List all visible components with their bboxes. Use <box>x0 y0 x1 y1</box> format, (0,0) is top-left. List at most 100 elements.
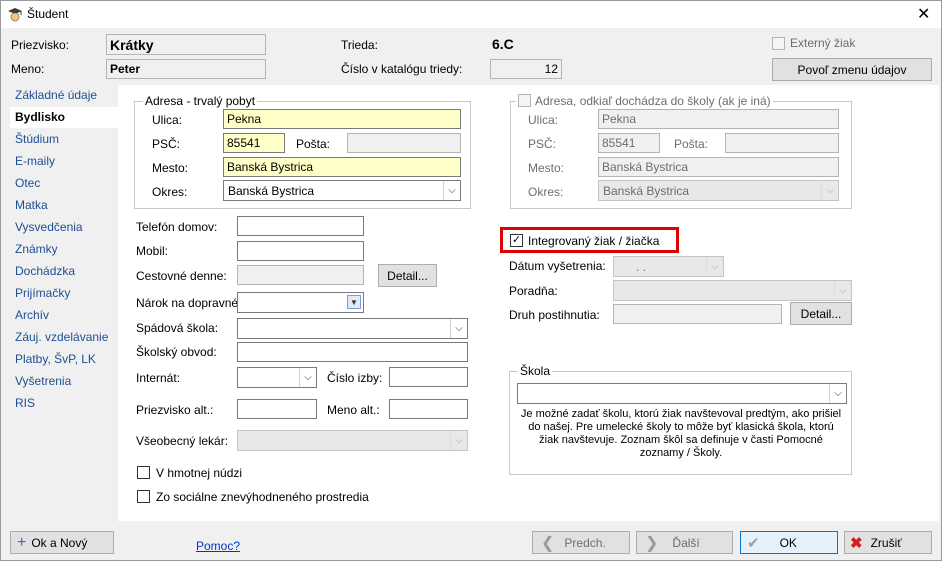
psc-field[interactable]: 85541 <box>223 133 285 153</box>
narok-select[interactable]: ▼ <box>237 292 364 313</box>
externy-checkbox[interactable] <box>772 37 785 50</box>
ok-button[interactable]: ✔ OK <box>740 531 838 554</box>
okres-select[interactable]: Banská Bystrica ⌵ <box>223 180 461 201</box>
chevron-right-icon: ❯ <box>645 534 659 552</box>
druh-detail-button[interactable]: Detail... <box>790 302 852 325</box>
plus-icon: + <box>17 533 27 551</box>
povol-zmenu-button[interactable]: Povoľ zmenu údajov <box>772 58 932 81</box>
datum-picker[interactable]: . . ⌵ <box>613 256 724 277</box>
priezvisko-alt-field[interactable] <box>237 399 317 419</box>
znevyhodnene-checkbox[interactable] <box>137 490 150 503</box>
skola-okres-select[interactable]: Banská Bystrica ⌵ <box>598 180 839 201</box>
cislo-izby-label: Číslo izby: <box>327 371 383 385</box>
cislo-izby-field[interactable] <box>389 367 468 387</box>
zrusit-button[interactable]: ✖ Zrušiť <box>844 531 932 554</box>
chevron-down-icon: ⌵ <box>834 281 851 300</box>
ok-a-novy-button[interactable]: + Ok a Nový <box>10 531 114 554</box>
obvod-label: Školský obvod: <box>136 345 217 359</box>
sidebar-item[interactable]: Vysvedčenia <box>10 217 118 238</box>
mesto-field[interactable]: Banská Bystrica <box>223 157 461 177</box>
sidebar-item[interactable]: Záuj. vzdelávanie <box>10 327 118 348</box>
skola-mesto-field[interactable]: Banská Bystrica <box>598 157 839 177</box>
sidebar-item[interactable]: Otec <box>10 173 118 194</box>
telefon-label: Telefón domov: <box>136 220 218 234</box>
externy-label: Externý žiak <box>790 36 856 50</box>
sidebar-item[interactable]: Dochádzka <box>10 261 118 282</box>
adresa-trvala-caption: Adresa - trvalý pobyt <box>143 94 258 108</box>
pomoc-link[interactable]: Pomoc? <box>196 539 240 553</box>
skola-ulica-label: Ulica: <box>528 113 559 127</box>
sidebar-item[interactable]: Archív <box>10 305 118 326</box>
sidebar-item[interactable]: RIS <box>10 393 118 414</box>
psc-label: PSČ: <box>152 137 181 151</box>
adresa-skola-caption: Adresa, odkiaľ dochádza do školy (ak je … <box>516 94 773 108</box>
spadova-select[interactable]: ⌵ <box>237 318 468 339</box>
meno-alt-field[interactable] <box>389 399 468 419</box>
highlight-box <box>500 227 679 253</box>
sidebar-item[interactable]: Prijímačky <box>10 283 118 304</box>
priezvisko-field[interactable]: Krátky <box>106 34 266 55</box>
hmotna-nudza-label: V hmotnej núdzi <box>156 466 243 480</box>
hmotna-nudza-checkbox[interactable] <box>137 466 150 479</box>
ok-a-novy-label: Ok a Nový <box>31 535 88 550</box>
sidebar-item[interactable]: Štúdium <box>10 129 118 150</box>
chevron-down-icon: ▼ <box>347 295 361 309</box>
trieda-label: Trieda: <box>341 38 378 52</box>
adresa-skola-checkbox[interactable] <box>518 94 531 107</box>
skola-mesto-label: Mesto: <box>528 161 565 175</box>
meno-field[interactable]: Peter <box>106 59 266 79</box>
predch-button[interactable]: ❮ Predch. <box>532 531 630 554</box>
skola-select[interactable]: ⌵ <box>517 383 847 404</box>
sidebar-item[interactable]: Vyšetrenia <box>10 371 118 392</box>
adresa-skola-caption-text: Adresa, odkiaľ dochádza do školy (ak je … <box>535 94 771 108</box>
sidebar-item[interactable]: Základné údaje <box>10 85 118 106</box>
ulica-label: Ulica: <box>152 113 183 127</box>
katalog-field[interactable]: 12 <box>490 59 562 79</box>
cestovne-detail-button[interactable]: Detail... <box>378 264 437 287</box>
chevron-down-icon: ⌵ <box>829 384 846 403</box>
posta-field[interactable] <box>347 133 461 153</box>
skola-caption: Škola <box>518 364 553 378</box>
meno-alt-label: Meno alt.: <box>327 403 380 417</box>
cestovne-field[interactable] <box>237 265 364 285</box>
dalsi-label: Ďalší <box>672 535 700 550</box>
skola-psc-field[interactable]: 85541 <box>598 133 660 153</box>
posta-label: Pošta: <box>296 137 331 151</box>
dalsi-button[interactable]: ❯ Ďalší <box>636 531 733 554</box>
skola-ulica-field[interactable]: Pekna <box>598 109 839 129</box>
ulica-field[interactable]: Pekna <box>223 109 461 129</box>
druh-field[interactable] <box>613 304 782 324</box>
skola-psc-label: PSČ: <box>528 137 557 151</box>
lekar-select[interactable]: ⌵ <box>237 430 468 451</box>
cancel-x-icon: ✖ <box>850 534 863 552</box>
student-app-icon <box>7 6 23 22</box>
close-icon[interactable]: ✕ <box>917 4 930 24</box>
poradna-select[interactable]: ⌵ <box>613 280 852 301</box>
mobil-field[interactable] <box>237 241 364 261</box>
title-bar: Študent ✕ <box>1 1 941 28</box>
sidebar-item[interactable]: E-maily <box>10 151 118 172</box>
lekar-label: Všeobecný lekár: <box>136 434 229 448</box>
meno-label: Meno: <box>11 62 45 76</box>
cestovne-label: Cestovné denne: <box>136 269 227 283</box>
okres-label: Okres: <box>152 185 188 199</box>
sidebar-item[interactable]: Matka <box>10 195 118 216</box>
checkmark-icon: ✔ <box>747 534 760 552</box>
sidebar-item[interactable]: Bydlisko <box>10 107 118 128</box>
skola-note: Je možné zadať školu, ktorú žiak navštev… <box>520 408 842 459</box>
priezvisko-label: Priezvisko: <box>11 38 70 52</box>
datum-label: Dátum vyšetrenia: <box>509 259 606 273</box>
chevron-down-icon: ⌵ <box>450 431 467 450</box>
chevron-down-icon: ⌵ <box>706 257 723 276</box>
telefon-field[interactable] <box>237 216 364 236</box>
chevron-down-icon: ⌵ <box>443 181 460 200</box>
obvod-field[interactable] <box>237 342 468 362</box>
sidebar-item[interactable]: Platby, ŠvP, LK <box>10 349 118 370</box>
internat-select[interactable]: ⌵ <box>237 367 317 388</box>
skola-posta-field[interactable] <box>725 133 839 153</box>
skola-posta-label: Pošta: <box>674 137 709 151</box>
mobil-label: Mobil: <box>136 244 169 258</box>
narok-label: Nárok na dopravné: <box>136 296 242 310</box>
sidebar-item[interactable]: Známky <box>10 239 118 260</box>
internat-label: Internát: <box>136 371 181 385</box>
